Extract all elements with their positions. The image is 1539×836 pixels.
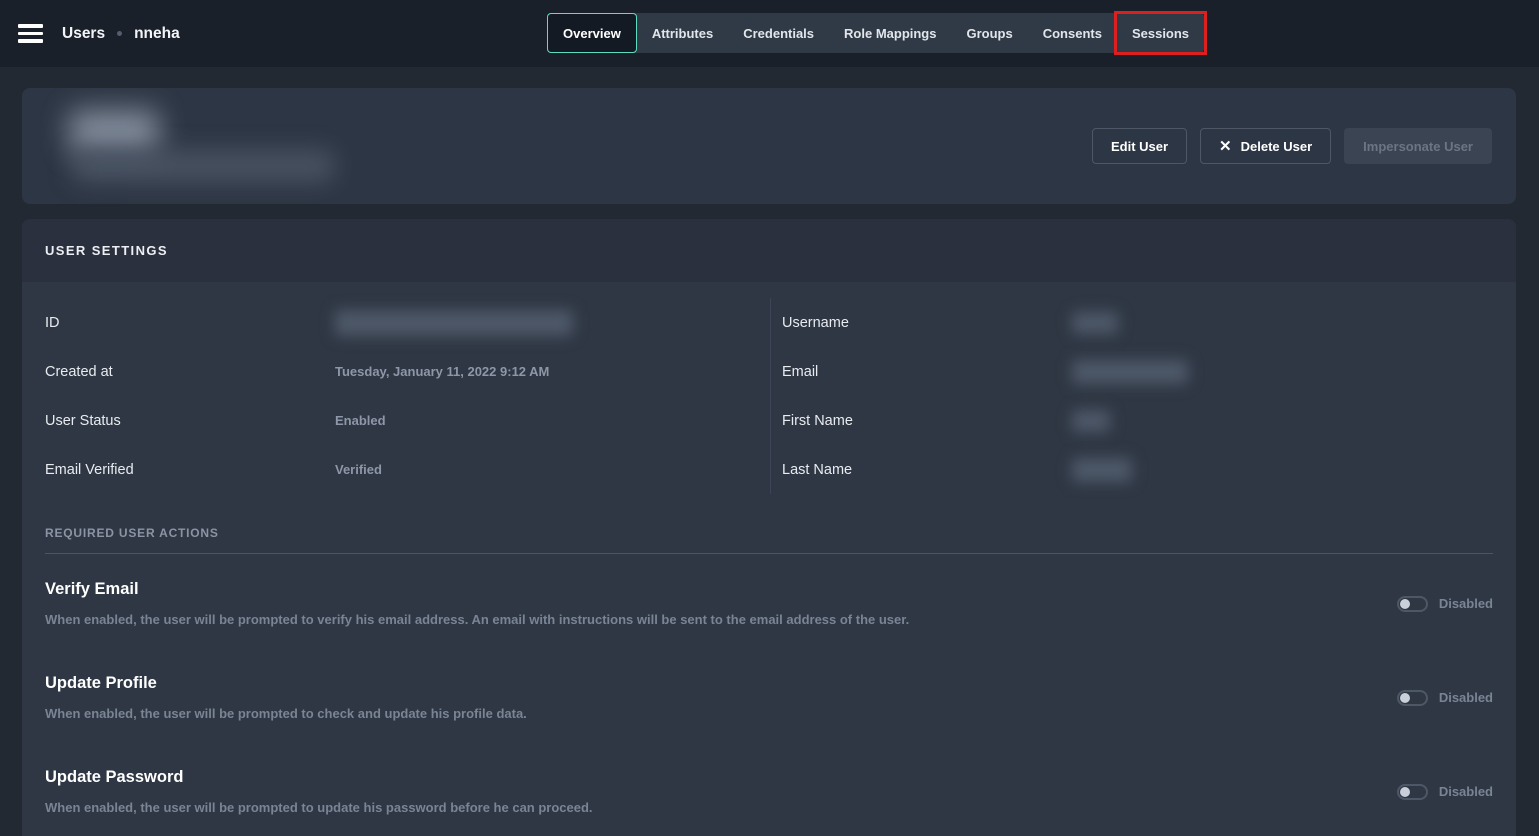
field-value: Enabled <box>335 413 386 428</box>
field-value: Tuesday, January 11, 2022 9:12 AM <box>335 364 549 379</box>
action-title: Update Profile <box>45 674 527 693</box>
action-row-update-password: Update Password When enabled, the user w… <box>45 742 1493 836</box>
breadcrumb-separator-icon <box>117 31 122 36</box>
field-row-email-verified: Email Verified Verified <box>45 445 770 494</box>
impersonate-user-button[interactable]: Impersonate User <box>1344 128 1492 164</box>
redacted-user-email <box>72 150 334 182</box>
verify-email-toggle[interactable] <box>1397 596 1428 612</box>
delete-user-label: Delete User <box>1241 139 1313 154</box>
field-label: Username <box>782 315 1072 331</box>
user-settings-card: USER SETTINGS ID Created at Tuesday, Jan… <box>22 219 1516 836</box>
tab-groups[interactable]: Groups <box>951 13 1027 53</box>
field-label: Last Name <box>782 462 1072 478</box>
toggle-state-label: Disabled <box>1439 784 1493 799</box>
verify-email-toggle-group: Disabled <box>1397 596 1493 612</box>
top-bar: Users nneha Overview Attributes Credenti… <box>0 0 1539 67</box>
main-content: Edit User ✕ Delete User Impersonate User… <box>0 67 1539 836</box>
menu-icon[interactable] <box>18 24 43 43</box>
x-icon: ✕ <box>1219 139 1232 154</box>
tab-credentials[interactable]: Credentials <box>728 13 829 53</box>
update-profile-toggle[interactable] <box>1397 690 1428 706</box>
action-title: Verify Email <box>45 580 909 599</box>
tab-attributes[interactable]: Attributes <box>637 13 728 53</box>
required-user-actions-section: REQUIRED USER ACTIONS Verify Email When … <box>22 526 1516 836</box>
tab-sessions-label: Sessions <box>1132 26 1189 41</box>
action-text: Update Password When enabled, the user w… <box>45 768 593 815</box>
field-label: Email Verified <box>45 462 335 478</box>
field-label: User Status <box>45 413 335 429</box>
field-label: First Name <box>782 413 1072 429</box>
user-settings-fields: ID Created at Tuesday, January 11, 2022 … <box>22 282 1516 504</box>
profile-actions: Edit User ✕ Delete User Impersonate User <box>1092 128 1492 164</box>
redacted-value <box>1072 312 1118 334</box>
toggle-state-label: Disabled <box>1439 690 1493 705</box>
user-settings-title: USER SETTINGS <box>45 243 168 258</box>
toggle-knob-icon <box>1400 599 1410 609</box>
field-label: Created at <box>45 364 335 380</box>
action-text: Update Profile When enabled, the user wi… <box>45 674 527 721</box>
redacted-value <box>335 310 573 336</box>
update-profile-toggle-group: Disabled <box>1397 690 1493 706</box>
action-description: When enabled, the user will be prompted … <box>45 706 527 721</box>
breadcrumb-section[interactable]: Users <box>62 25 105 43</box>
toggle-state-label: Disabled <box>1439 596 1493 611</box>
field-row-id: ID <box>45 298 770 347</box>
update-password-toggle[interactable] <box>1397 784 1428 800</box>
redacted-value <box>1072 360 1188 384</box>
breadcrumb: Users nneha <box>62 25 180 43</box>
toggle-knob-icon <box>1400 787 1410 797</box>
action-title: Update Password <box>45 768 593 787</box>
field-row-username: Username <box>782 298 1516 347</box>
tab-bar: Overview Attributes Credentials Role Map… <box>547 13 1204 53</box>
field-row-email: Email <box>782 347 1516 396</box>
tab-role-mappings[interactable]: Role Mappings <box>829 13 951 53</box>
update-password-toggle-group: Disabled <box>1397 784 1493 800</box>
user-profile-card: Edit User ✕ Delete User Impersonate User <box>22 88 1516 204</box>
action-row-verify-email: Verify Email When enabled, the user will… <box>45 554 1493 648</box>
tab-consents[interactable]: Consents <box>1028 13 1117 53</box>
action-description: When enabled, the user will be prompted … <box>45 612 909 627</box>
action-text: Verify Email When enabled, the user will… <box>45 580 909 627</box>
fields-right-column: Username Email First Name Last Name <box>770 298 1516 494</box>
required-user-actions-title: REQUIRED USER ACTIONS <box>45 526 1493 540</box>
field-label: ID <box>45 315 335 331</box>
field-label: Email <box>782 364 1072 380</box>
fields-left-column: ID Created at Tuesday, January 11, 2022 … <box>22 298 770 494</box>
tab-sessions[interactable]: Sessions <box>1117 13 1204 53</box>
action-row-update-profile: Update Profile When enabled, the user wi… <box>45 648 1493 742</box>
redacted-value <box>1072 410 1110 432</box>
edit-user-button[interactable]: Edit User <box>1092 128 1187 164</box>
field-row-user-status: User Status Enabled <box>45 396 770 445</box>
toggle-knob-icon <box>1400 693 1410 703</box>
field-row-first-name: First Name <box>782 396 1516 445</box>
field-row-last-name: Last Name <box>782 445 1516 494</box>
field-value: Verified <box>335 462 382 477</box>
redacted-value <box>1072 458 1132 482</box>
field-row-created-at: Created at Tuesday, January 11, 2022 9:1… <box>45 347 770 396</box>
redacted-user-name <box>69 110 159 154</box>
breadcrumb-user: nneha <box>134 25 180 43</box>
delete-user-button[interactable]: ✕ Delete User <box>1200 128 1331 164</box>
tab-overview[interactable]: Overview <box>547 13 637 53</box>
action-description: When enabled, the user will be prompted … <box>45 800 593 815</box>
user-settings-header: USER SETTINGS <box>22 219 1516 282</box>
